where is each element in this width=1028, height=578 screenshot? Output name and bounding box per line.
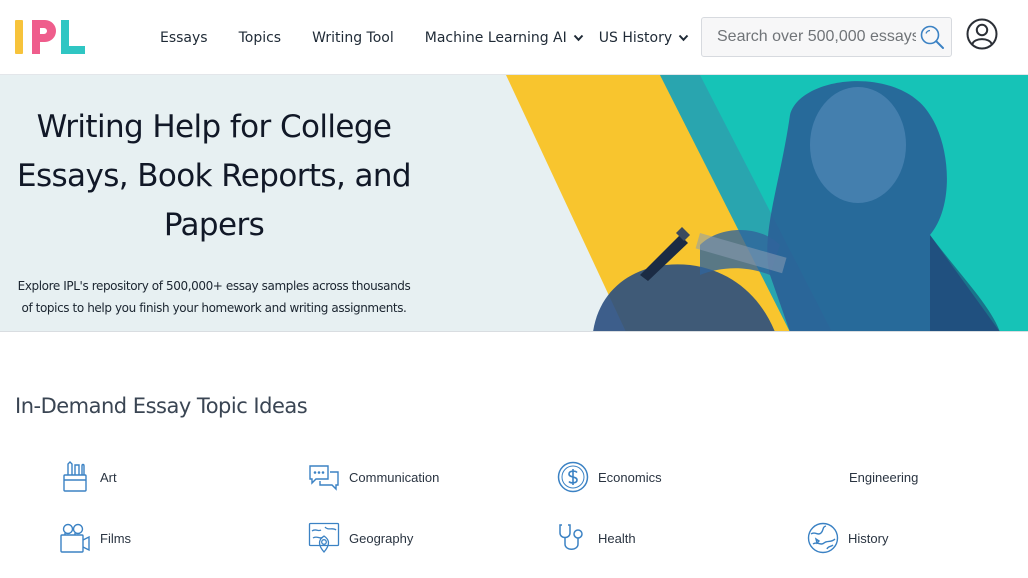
- topic-films-label: Films: [100, 530, 132, 546]
- art-supplies-icon: [63, 461, 87, 492]
- nav-writing-tool-label: Writing Tool: [312, 30, 394, 46]
- topic-art-label: Art: [100, 469, 117, 485]
- site-header: Essays Topics Writing Tool Machine Learn…: [0, 0, 1028, 75]
- hero-title: Writing Help for College Essays, Book Re…: [16, 109, 412, 243]
- search-input[interactable]: [702, 18, 916, 56]
- topic-engineering[interactable]: Engineering: [808, 459, 918, 495]
- chat-bubbles-icon: [309, 465, 339, 491]
- topic-communication-label: Communication: [349, 469, 440, 485]
- dollar-coin-icon: [557, 461, 589, 493]
- film-camera-icon: [60, 523, 90, 553]
- stethoscope-icon: [559, 524, 583, 550]
- chevron-down-icon: [678, 34, 689, 42]
- nav-topics[interactable]: Topics: [239, 30, 282, 46]
- topic-economics-label: Economics: [598, 469, 662, 485]
- chevron-down-icon: [573, 34, 583, 42]
- search-box: [701, 17, 952, 57]
- engineering-icon: [808, 461, 840, 493]
- topic-history[interactable]: History: [807, 520, 888, 556]
- hero-subtitle: Explore IPL's repository of 500,000+ ess…: [17, 279, 411, 315]
- nav-machine-learning-ai[interactable]: Machine Learning AI: [425, 30, 584, 46]
- topic-health-label: Health: [598, 530, 636, 546]
- topic-communication[interactable]: Communication: [308, 459, 439, 495]
- nav-us-history[interactable]: US History: [599, 30, 689, 46]
- nav-machine-learning-ai-label: Machine Learning AI: [424, 30, 567, 46]
- ipl-logo[interactable]: [15, 18, 87, 56]
- nav-us-history-label: US History: [598, 30, 673, 46]
- nav-essays-label: Essays: [160, 30, 208, 46]
- hero-banner: Writing Help for College Essays, Book Re…: [0, 75, 1028, 332]
- nav-writing-tool[interactable]: Writing Tool: [312, 30, 394, 46]
- map-pin-icon: [308, 522, 340, 553]
- user-account-icon[interactable]: [966, 18, 998, 50]
- nav-topics-label: Topics: [238, 30, 282, 46]
- topic-engineering-label: Engineering: [849, 469, 919, 485]
- search-icon[interactable]: [919, 24, 945, 50]
- globe-history-icon: [807, 522, 839, 554]
- topic-geography[interactable]: Geography: [308, 520, 413, 556]
- nav-essays[interactable]: Essays: [160, 30, 208, 46]
- topic-films[interactable]: Films: [59, 520, 131, 556]
- topic-geography-label: Geography: [349, 530, 414, 546]
- topic-history-label: History: [848, 530, 889, 546]
- main-nav: Essays Topics Writing Tool Machine Learn…: [160, 27, 704, 49]
- topic-art[interactable]: Art: [59, 459, 117, 495]
- topics-section-title: In-Demand Essay Topic Ideas: [15, 394, 308, 418]
- topic-health[interactable]: Health: [557, 520, 636, 556]
- topic-economics[interactable]: Economics: [557, 459, 662, 495]
